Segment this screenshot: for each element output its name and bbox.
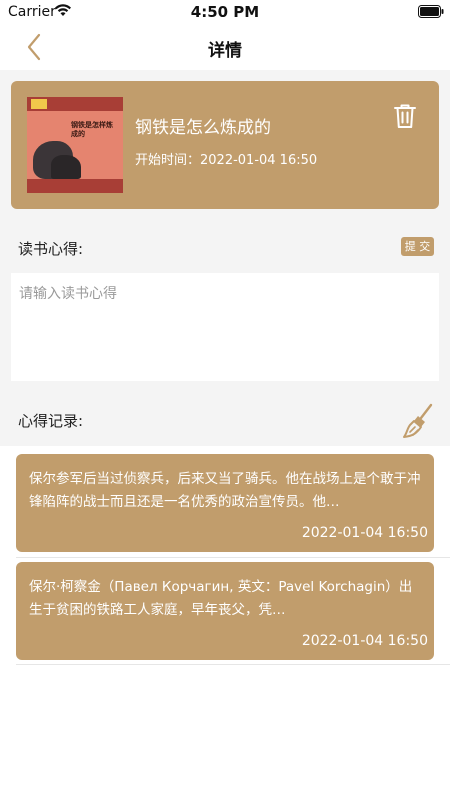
record-divider <box>16 664 450 665</box>
status-bar: Carrier 4:50 PM <box>0 0 450 24</box>
record-text: 保尔·柯察金（Павел Корчагин, 英文：Pavel Korchagi… <box>29 579 413 618</box>
notes-input[interactable] <box>11 273 439 381</box>
trash-icon[interactable] <box>393 103 417 129</box>
book-cover-image: 钢铁是怎样炼成的 <box>27 97 123 193</box>
notes-section-label: 读书心得: <box>18 240 84 258</box>
record-divider <box>16 557 450 558</box>
book-card: 钢铁是怎样炼成的 钢铁是怎么炼成的 开始时间：2022-01-04 16:50 <box>11 81 439 209</box>
book-start-time: 开始时间：2022-01-04 16:50 <box>135 153 318 168</box>
record-text: 保尔参军后当过侦察兵，后来又当了骑兵。他在战场上是个敢于冲锋陷阵的战士而且还是一… <box>29 471 421 510</box>
navigation-bar: 详情 <box>0 24 450 70</box>
detail-content: 钢铁是怎样炼成的 钢铁是怎么炼成的 开始时间：2022-01-04 16:50 … <box>0 70 450 800</box>
broom-icon[interactable] <box>401 403 435 439</box>
record-time: 2022-01-04 16:50 <box>301 525 428 541</box>
battery-icon <box>418 5 444 18</box>
submit-button[interactable]: 提 交 <box>401 237 434 256</box>
book-title: 钢铁是怎么炼成的 <box>135 118 271 138</box>
page-title: 详情 <box>208 41 242 61</box>
status-time: 4:50 PM <box>190 3 260 21</box>
record-item[interactable]: 保尔·柯察金（Павел Корчагин, 英文：Pavel Korchagi… <box>16 562 434 660</box>
record-time: 2022-01-04 16:50 <box>301 633 428 649</box>
records-section-label: 心得记录: <box>18 412 84 430</box>
record-item[interactable]: 保尔参军后当过侦察兵，后来又当了骑兵。他在战场上是个敢于冲锋陷阵的战士而且还是一… <box>16 454 434 552</box>
book-cover-title: 钢铁是怎样炼成的 <box>71 121 113 138</box>
